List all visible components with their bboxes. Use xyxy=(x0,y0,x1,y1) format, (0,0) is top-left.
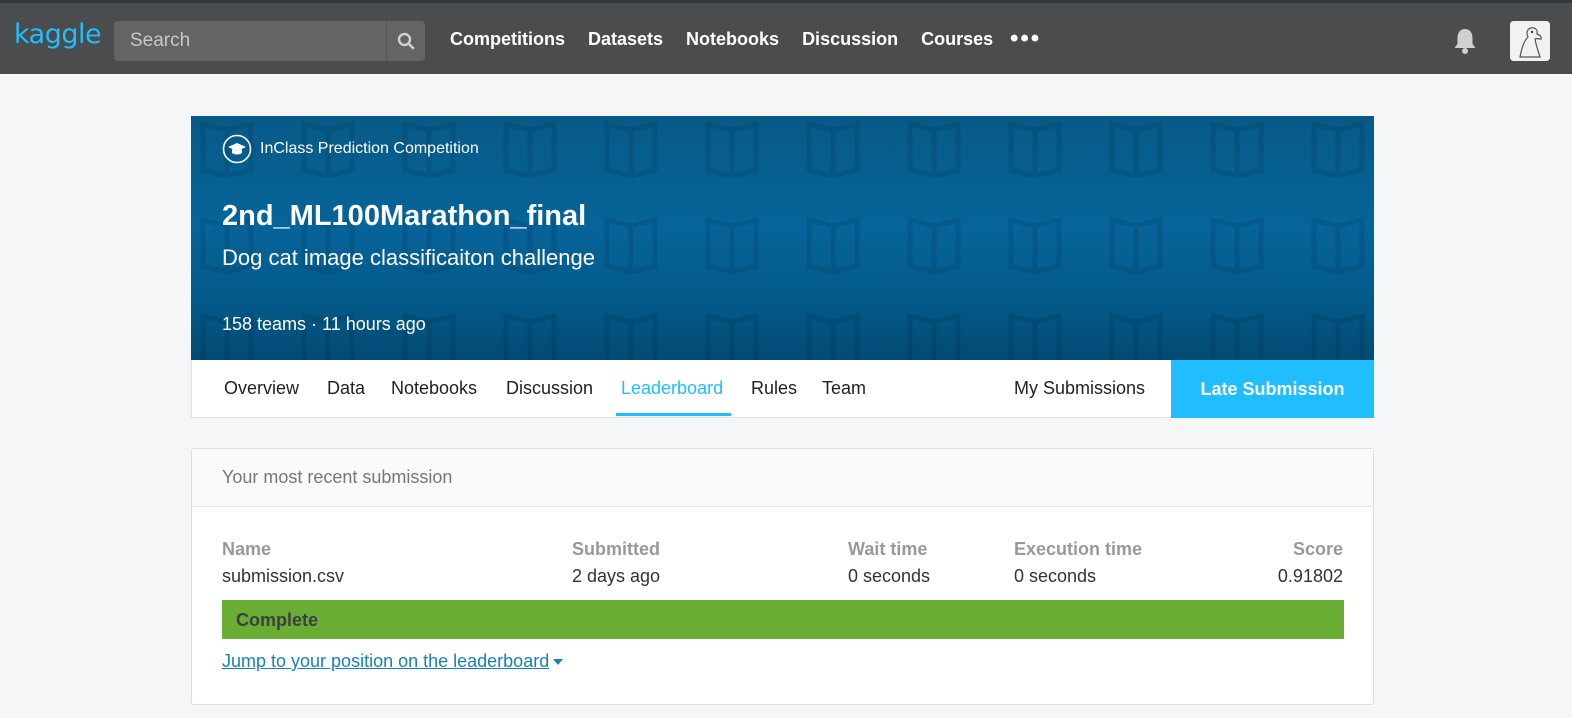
nav-datasets[interactable]: Datasets xyxy=(588,29,663,50)
column-score: Score 0.91802 xyxy=(1278,539,1343,587)
column-submitted: Submitted 2 days ago xyxy=(572,539,660,587)
column-wait-time: Wait time 0 seconds xyxy=(848,539,930,587)
nav-courses[interactable]: Courses xyxy=(921,29,993,50)
status-bar: Complete xyxy=(222,600,1344,639)
execution-time-value: 0 seconds xyxy=(1014,566,1097,586)
card-header: Your most recent submission xyxy=(192,449,1373,507)
card-header-title: Your most recent submission xyxy=(222,467,453,487)
jump-to-leaderboard-link[interactable]: Jump to your position on the leaderboard xyxy=(222,651,564,672)
main-nav-links: Competitions Datasets Notebooks Discussi… xyxy=(450,29,1016,50)
competition-header: InClass Prediction Competition 2nd_ML100… xyxy=(191,116,1374,360)
wait-time-value: 0 seconds xyxy=(848,566,931,586)
name-value: submission.csv xyxy=(222,566,345,586)
competition-type-label: InClass Prediction Competition xyxy=(260,140,479,157)
competition-subtitle: Dog cat image classificaiton challenge xyxy=(222,245,595,270)
competition-title: 2nd_ML100Marathon_final xyxy=(222,200,587,232)
score-value: 0.91802 xyxy=(1277,566,1343,586)
recent-submission-card: Your most recent submission Name submiss… xyxy=(191,448,1374,705)
search-input[interactable] xyxy=(114,21,386,61)
search-box xyxy=(114,21,425,61)
execution-time-label: Execution time xyxy=(1014,539,1143,559)
more-menu-icon[interactable]: ••• xyxy=(1010,27,1041,51)
kaggle-logo[interactable]: kaggle xyxy=(14,19,102,50)
nav-notebooks[interactable]: Notebooks xyxy=(686,29,779,50)
graduation-cap-icon xyxy=(222,134,252,164)
my-submissions-link[interactable]: My Submissions xyxy=(1014,378,1145,399)
late-submission-button[interactable]: Late Submission xyxy=(1171,360,1374,418)
tab-leaderboard[interactable]: Leaderboard xyxy=(621,378,723,399)
submitted-label: Submitted xyxy=(572,539,660,559)
top-navbar: kaggle Competitions Datasets Notebooks D… xyxy=(0,0,1572,74)
active-tab-indicator xyxy=(616,413,731,416)
search-icon xyxy=(397,32,415,50)
tab-notebooks[interactable]: Notebooks xyxy=(391,378,477,399)
competition-tabs: Overview Data Notebooks Discussion Leade… xyxy=(191,360,1374,418)
notifications-bell-icon[interactable] xyxy=(1452,27,1478,60)
competition-meta: 158 teams · 11 hours ago xyxy=(222,314,426,334)
submitted-value: 2 days ago xyxy=(572,566,661,586)
tab-team[interactable]: Team xyxy=(822,378,866,399)
tab-discussion[interactable]: Discussion xyxy=(506,378,593,399)
competition-type: InClass Prediction Competition xyxy=(222,134,479,164)
name-label: Name xyxy=(222,539,272,559)
status-label: Complete xyxy=(236,610,319,630)
tab-rules[interactable]: Rules xyxy=(751,378,797,399)
tab-data[interactable]: Data xyxy=(327,378,365,399)
user-avatar[interactable] xyxy=(1510,21,1550,61)
wait-time-label: Wait time xyxy=(848,539,928,559)
tab-overview[interactable]: Overview xyxy=(224,378,299,399)
search-button[interactable] xyxy=(386,21,425,61)
score-label: Score xyxy=(1292,539,1343,559)
nav-discussion[interactable]: Discussion xyxy=(802,29,898,50)
jump-link-label: Jump to your position on the leaderboard xyxy=(222,651,550,671)
nav-competitions[interactable]: Competitions xyxy=(450,29,565,50)
column-execution-time: Execution time 0 seconds xyxy=(1014,539,1142,587)
caret-down-icon xyxy=(553,658,564,665)
column-name: Name submission.csv xyxy=(222,539,344,587)
